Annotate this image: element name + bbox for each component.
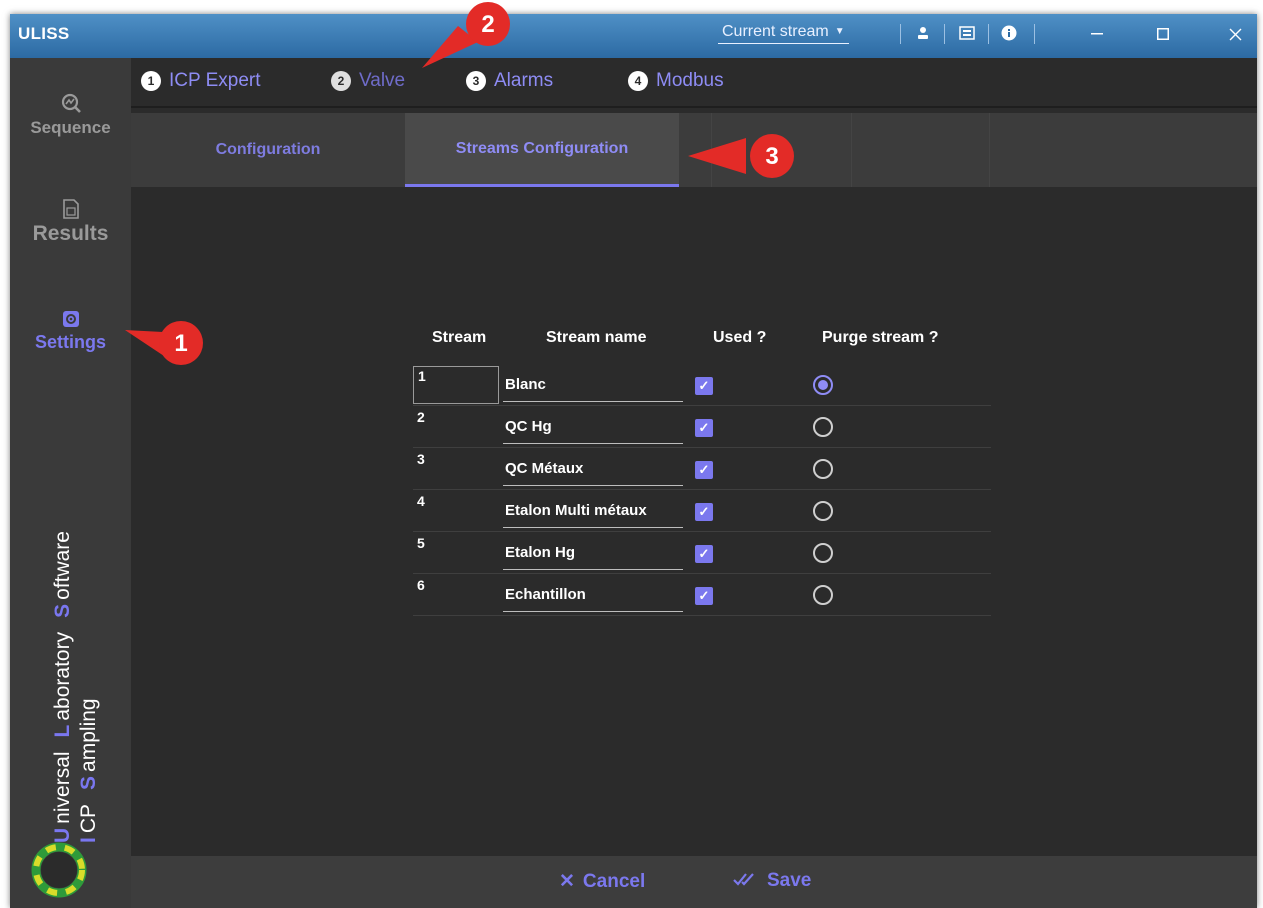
purge-radio[interactable] <box>813 585 833 605</box>
news-icon[interactable] <box>956 22 978 44</box>
used-checkbox[interactable]: ✓ <box>695 461 713 479</box>
used-checkbox[interactable]: ✓ <box>695 545 713 563</box>
app-window: ULISS Current stream ▼ Sequence Results … <box>10 14 1257 908</box>
chart-search-icon <box>60 92 82 114</box>
tab-streams-configuration[interactable]: Streams Configuration <box>405 113 679 187</box>
svg-text:2: 2 <box>481 11 494 38</box>
stream-name-field[interactable]: Blanc <box>503 372 683 402</box>
purge-radio[interactable] <box>813 543 833 563</box>
purge-radio[interactable] <box>813 375 833 395</box>
svg-text:3: 3 <box>765 143 778 170</box>
document-icon <box>60 198 82 220</box>
annotation-callout-1: 1 <box>123 318 213 368</box>
save-label: Save <box>767 870 812 891</box>
table-row: 4 Etalon Multi métaux ✓ <box>413 490 991 532</box>
current-stream-label: Current stream <box>722 22 829 40</box>
table-row: 6 Echantillon ✓ <box>413 574 991 616</box>
tab-configuration[interactable]: Configuration <box>131 113 405 187</box>
stream-number-field[interactable]: 1 <box>413 366 499 404</box>
tab-label: Valve <box>359 70 406 91</box>
column-header-stream-name: Stream name <box>546 329 647 346</box>
annotation-callout-3: 3 <box>686 130 801 182</box>
stream-number-field[interactable]: 6 <box>413 576 499 614</box>
title-bar: ULISS Current stream ▼ <box>10 14 1257 58</box>
column-header-used: Used ? <box>713 329 767 346</box>
tab-label: Modbus <box>656 70 724 91</box>
double-check-icon <box>733 870 759 892</box>
steps-tabs: 1 ICP Expert 2 Valve 3 Alarms 4 Modbus <box>131 58 1257 108</box>
step-number-badge: 2 <box>331 71 351 91</box>
sidebar-item-label: Results <box>32 222 109 245</box>
stream-number-field[interactable]: 4 <box>413 492 499 530</box>
stream-number-field[interactable]: 5 <box>413 534 499 572</box>
app-title: ULISS <box>18 24 70 43</box>
sidebar-item-settings[interactable]: Settings <box>10 308 131 353</box>
tab-label: Configuration <box>215 141 321 158</box>
info-icon[interactable] <box>998 22 1020 44</box>
stream-number-field[interactable]: 3 <box>413 450 499 488</box>
step-number-badge: 1 <box>141 71 161 91</box>
toolbar-separator <box>988 24 989 44</box>
table-row: 2 QC Hg ✓ <box>413 406 991 448</box>
brand-line-1: UniversalLaboratorySoftware <box>51 531 74 843</box>
user-icon[interactable] <box>912 22 934 44</box>
brand-tagline: UniversalLaboratorySoftware ICPSampling <box>50 531 102 843</box>
column-header-stream: Stream <box>432 329 487 346</box>
settings-icon <box>60 308 82 330</box>
minimize-button[interactable] <box>1084 22 1110 46</box>
used-checkbox[interactable]: ✓ <box>695 503 713 521</box>
table-row: 3 QC Métaux ✓ <box>413 448 991 490</box>
tab-label: Alarms <box>494 70 554 91</box>
toolbar-separator <box>900 24 901 44</box>
close-icon: ✕ <box>559 871 575 892</box>
uliss-logo <box>31 842 87 898</box>
tab-valve[interactable]: 2 Valve <box>331 70 405 92</box>
tab-alarms[interactable]: 3 Alarms <box>466 70 553 92</box>
sidebar-item-label: Settings <box>34 332 106 352</box>
step-number-badge: 3 <box>466 71 486 91</box>
close-button[interactable] <box>1222 22 1248 46</box>
stream-name-field[interactable]: QC Hg <box>503 414 683 444</box>
table-row: 5 Etalon Hg ✓ <box>413 532 991 574</box>
sidebar-item-results[interactable]: Results <box>10 198 131 246</box>
footer-bar: ✕ Cancel Save <box>131 856 1257 908</box>
svg-text:1: 1 <box>174 330 187 357</box>
annotation-callout-2: 2 <box>400 0 520 72</box>
tab-label: ICP Expert <box>169 70 261 91</box>
toolbar-separator <box>944 24 945 44</box>
stream-number-field[interactable]: 2 <box>413 408 499 446</box>
divider <box>989 113 990 187</box>
toolbar-separator <box>1034 24 1035 44</box>
caret-down-icon: ▼ <box>834 26 845 37</box>
save-button[interactable]: Save <box>733 870 811 892</box>
purge-radio[interactable] <box>813 501 833 521</box>
stream-name-field[interactable]: Etalon Multi métaux <box>503 498 683 528</box>
maximize-button[interactable] <box>1150 22 1176 46</box>
column-header-purge: Purge stream ? <box>822 329 939 346</box>
used-checkbox[interactable]: ✓ <box>695 377 713 395</box>
cancel-button[interactable]: ✕ Cancel <box>559 870 645 893</box>
current-stream-dropdown[interactable]: Current stream ▼ <box>718 20 849 44</box>
sidebar-item-label: Sequence <box>30 118 111 137</box>
tab-modbus[interactable]: 4 Modbus <box>628 70 724 92</box>
stream-name-field[interactable]: QC Métaux <box>503 456 683 486</box>
used-checkbox[interactable]: ✓ <box>695 587 713 605</box>
sidebar-item-sequence[interactable]: Sequence <box>10 92 131 138</box>
sidebar: Sequence Results Settings UniversalLabor… <box>10 58 131 908</box>
divider <box>851 113 852 187</box>
step-number-badge: 4 <box>628 71 648 91</box>
brand-line-2: ICPSampling <box>77 698 100 843</box>
stream-name-field[interactable]: Echantillon <box>503 582 683 612</box>
used-checkbox[interactable]: ✓ <box>695 419 713 437</box>
table-row: 1 Blanc ✓ <box>413 364 991 406</box>
purge-radio[interactable] <box>813 459 833 479</box>
tab-icp-expert[interactable]: 1 ICP Expert <box>141 70 261 92</box>
stream-name-field[interactable]: Etalon Hg <box>503 540 683 570</box>
cancel-label: Cancel <box>582 870 646 892</box>
tab-label: Streams Configuration <box>455 139 629 157</box>
purge-radio[interactable] <box>813 417 833 437</box>
